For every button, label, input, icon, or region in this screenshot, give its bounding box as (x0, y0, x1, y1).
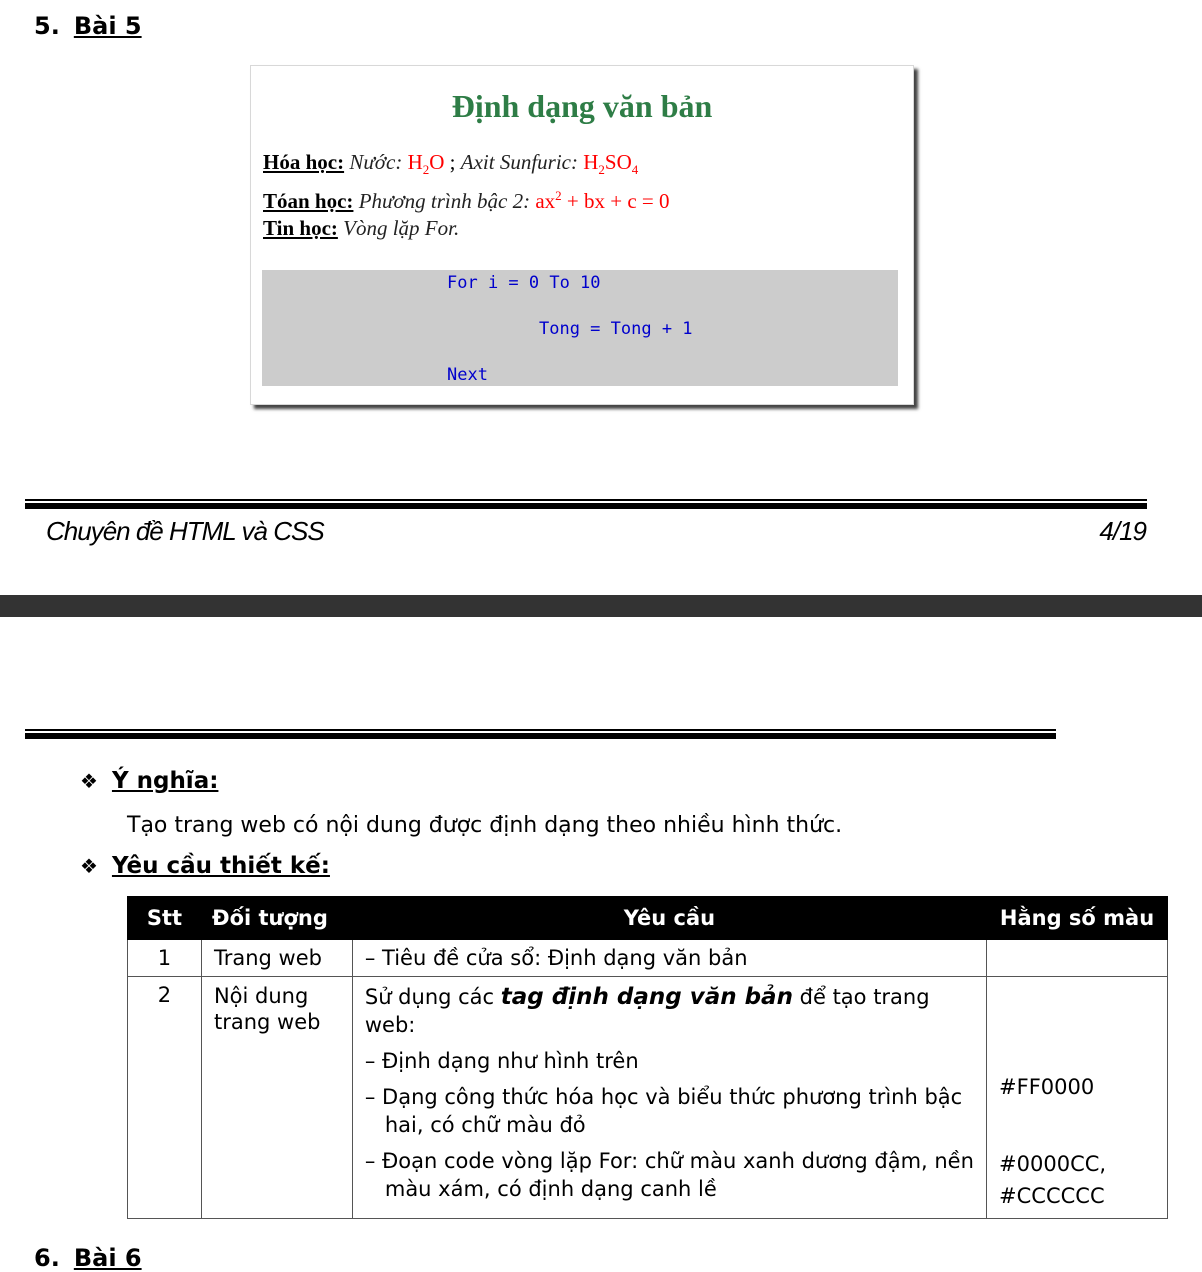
math-text: Phương trình bậc 2: (358, 189, 531, 213)
table-row: 1 Trang web – Tiêu đề cửa sổ: Định dạng … (127, 939, 1168, 977)
header-rule-thick (25, 733, 1056, 739)
requirement-item: – Định dạng như hình trên (364, 1049, 639, 1073)
chem-label: Hóa học: (263, 150, 345, 174)
code-line: Tong = Tong + 1 (539, 319, 693, 339)
diamond-bullet-icon: ❖ (80, 769, 98, 793)
cell-requirement: – Tiêu đề cửa sổ: Định dạng văn bản (351, 939, 988, 977)
code-line: Next (447, 365, 488, 385)
it-text: Vòng lặp For. (343, 216, 460, 240)
col-header-stt: Stt (127, 896, 202, 940)
it-line: Tin học: Vòng lặp For. (263, 216, 459, 241)
cell-color: #FF0000 #0000CC, #CCCCCC (986, 976, 1168, 1219)
requirement-intro: Sử dụng các tag định dạng văn bản để tạo… (364, 984, 930, 1037)
code-line: For i = 0 To 10 (447, 273, 601, 293)
cell-requirement: Sử dụng các tag định dạng văn bản để tạo… (351, 976, 988, 1219)
next-section-heading: 6. Bài 6 (34, 1244, 142, 1272)
col-header-object: Đối tượng (200, 896, 353, 940)
cell-stt: 1 (127, 939, 202, 977)
next-section-number: 6. (34, 1244, 60, 1272)
cell-stt: 2 (127, 976, 202, 1219)
chem-line: Hóa học: Nước: H2O ; Axit Sunfuric: H2SO… (263, 150, 638, 178)
requirements-table: Stt Đối tượng Yêu cầu Hằng số màu 1 Tran… (127, 896, 1168, 1219)
acid-formula: H2SO4 (583, 150, 639, 178)
page-number: 4/19 (1099, 516, 1147, 546)
diamond-bullet-icon: ❖ (80, 854, 98, 878)
requirement-item: – Đoạn code vòng lặp For: chữ màu xanh d… (364, 1149, 974, 1201)
section-heading: 5. Bài 5 (34, 12, 142, 40)
code-block: For i = 0 To 10 Tong = Tong + 1 Next (262, 270, 898, 386)
color-value: #CCCCCC (999, 1184, 1105, 1208)
chem-separator: ; (449, 150, 456, 174)
cell-color (986, 939, 1168, 977)
footer-rule-thick (25, 503, 1147, 509)
cell-object: Nội dung trang web (200, 976, 353, 1219)
section-number: 5. (34, 12, 60, 40)
water-formula: H2O (407, 150, 445, 178)
chem-acid-label: Axit Sunfuric: (460, 150, 578, 174)
math-line: Tóan học: Phương trình bậc 2: ax2 + bx +… (263, 188, 670, 214)
cell-object: Trang web (200, 939, 353, 977)
preview-heading: Định dạng văn bản (451, 88, 713, 124)
col-header-requirement: Yêu cầu (351, 896, 988, 940)
meaning-heading: ❖ Ý nghĩa: (80, 768, 218, 794)
design-label: Yêu cầu thiết kế: (111, 853, 330, 879)
emphasis-text: tag định dạng văn bản (500, 984, 793, 1010)
color-value: #0000CC, (999, 1152, 1107, 1176)
footer-title: Chuyên đề HTML và CSS (46, 516, 325, 546)
requirement-item: – Dạng công thức hóa học và biểu thức ph… (364, 1085, 963, 1137)
header-rule-thin (25, 729, 1056, 731)
meaning-text: Tạo trang web có nội dung được định dạng… (127, 813, 843, 838)
design-heading: ❖ Yêu cầu thiết kế: (80, 853, 330, 879)
page-separator (0, 595, 1202, 617)
meaning-label: Ý nghĩa: (111, 768, 219, 794)
section-title: Bài 5 (73, 12, 142, 40)
color-value: #FF0000 (999, 1075, 1095, 1099)
chem-water-label: Nước: (349, 150, 403, 174)
next-section-title: Bài 6 (73, 1244, 142, 1272)
table-header-row: Stt Đối tượng Yêu cầu Hằng số màu (127, 896, 1168, 940)
table-row: 2 Nội dung trang web Sử dụng các tag địn… (127, 976, 1168, 1219)
footer-rule-thin (25, 499, 1147, 501)
math-label: Tóan học: (263, 189, 354, 213)
math-formula: ax2 + bx + c = 0 (535, 188, 670, 213)
it-label: Tin học: (263, 216, 338, 240)
col-header-color: Hằng số màu (986, 896, 1168, 940)
preview-screenshot: Định dạng văn bản Hóa học: Nước: H2O ; A… (250, 65, 914, 405)
